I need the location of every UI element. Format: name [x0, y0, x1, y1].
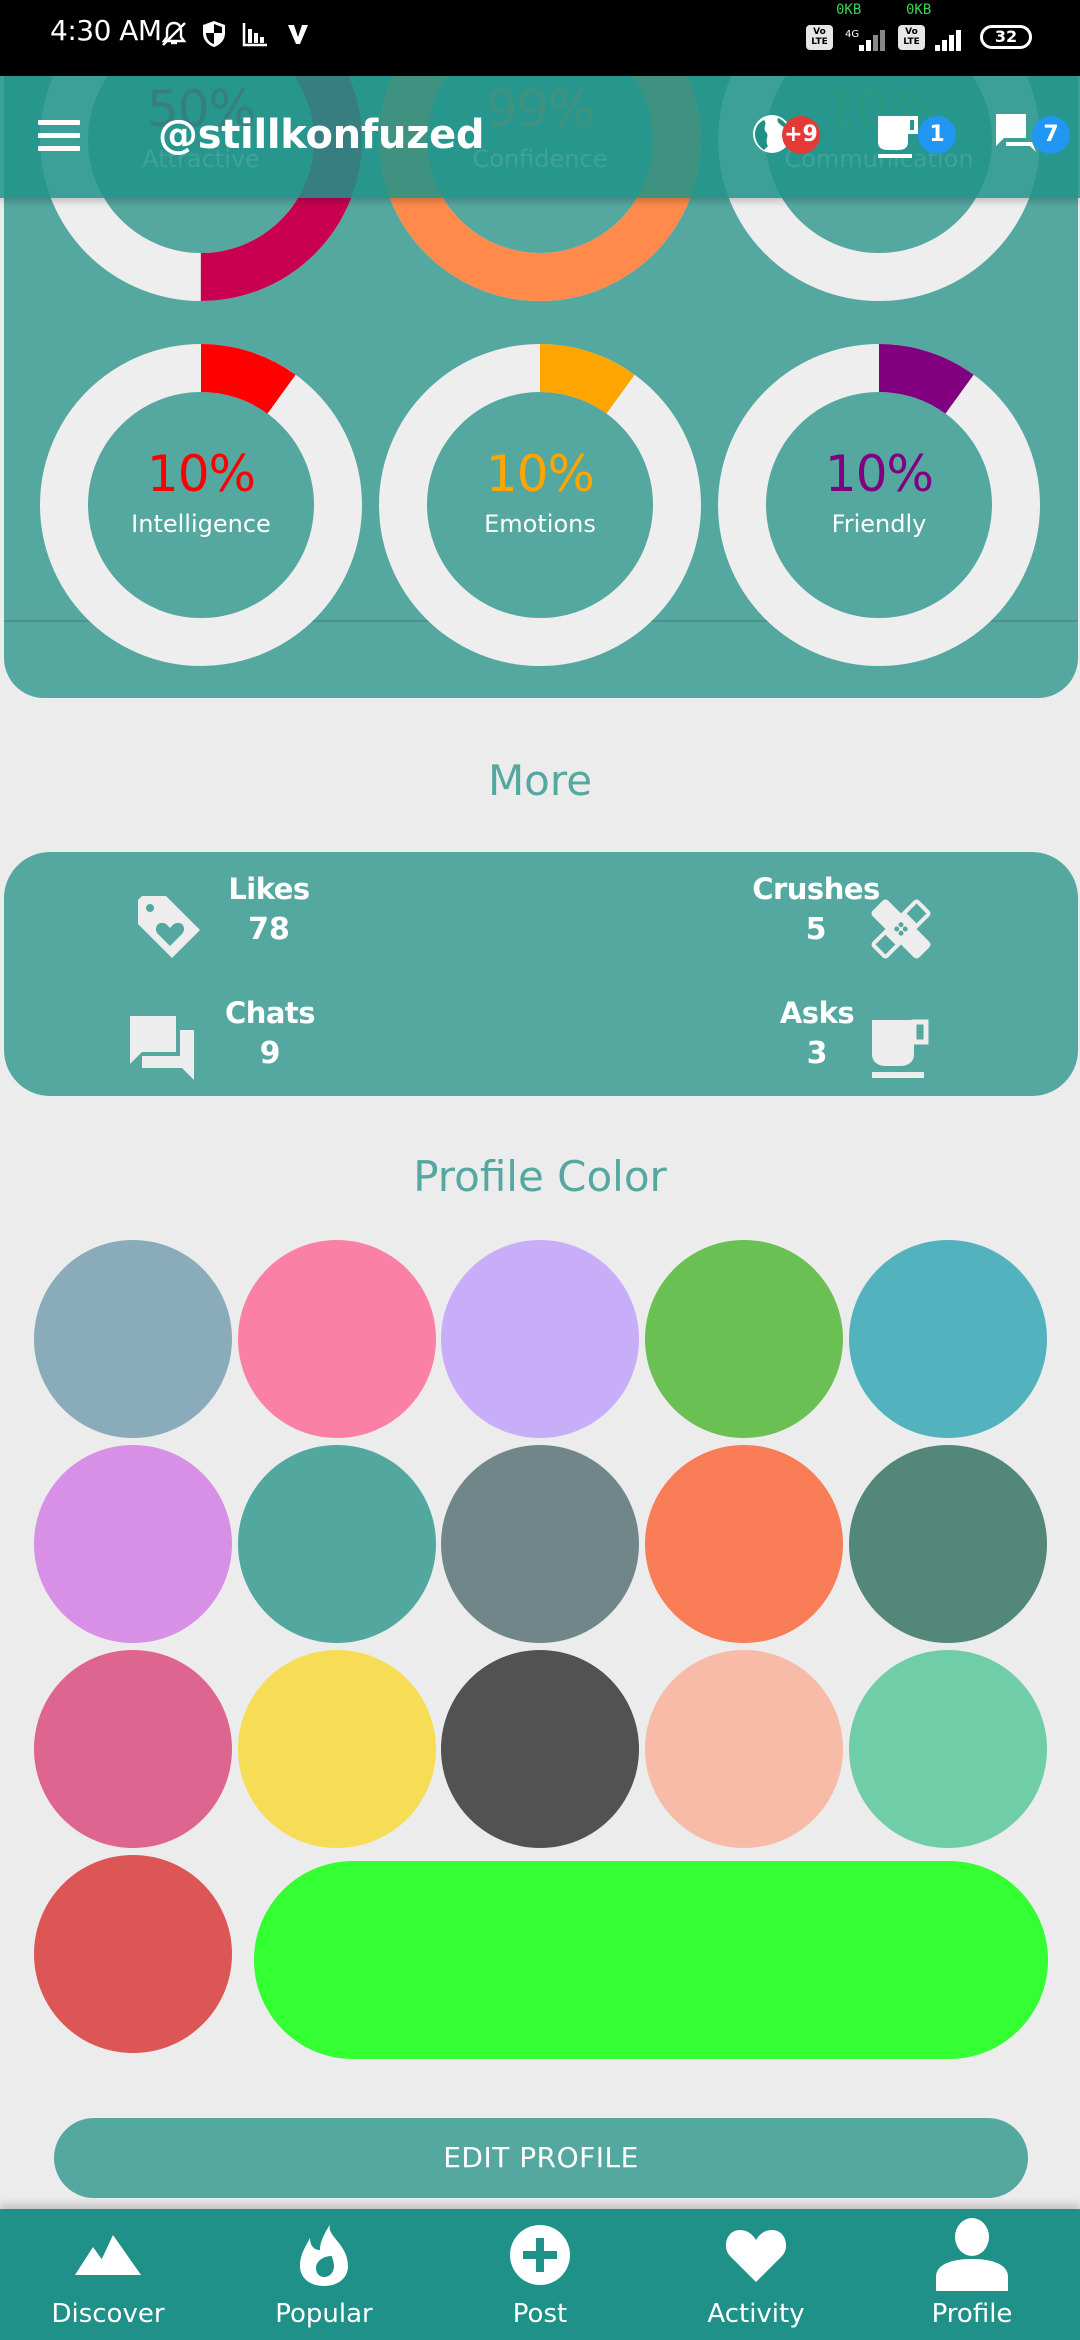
- stats-icon: [240, 18, 270, 50]
- likes-label: Likes: [228, 872, 310, 906]
- mountain-icon: [0, 2219, 216, 2291]
- color-swatch[interactable]: [34, 1445, 232, 1643]
- color-swatch[interactable]: [645, 1445, 843, 1643]
- chats-value: 9: [259, 1036, 281, 1071]
- donut-emotions: 10% Emotions: [379, 344, 701, 666]
- color-swatch[interactable]: [34, 1855, 232, 2053]
- profile-screen: 50%Attractive99%Confidence10%Communicati…: [0, 0, 1080, 2340]
- globe-badge: +9: [782, 116, 820, 154]
- trait-label: Friendly: [831, 510, 927, 538]
- messages-badge: 7: [1032, 116, 1070, 154]
- selected-color-swatch[interactable]: [254, 1861, 1048, 2059]
- vpn-v-icon: [284, 18, 312, 50]
- username-title: @stillkonfuzed: [158, 112, 485, 158]
- signal-4g-icon: 4G: [840, 24, 890, 56]
- chats-icon: [128, 1014, 198, 1088]
- color-swatch[interactable]: [849, 1240, 1047, 1438]
- donut-friendly: 10% Friendly: [718, 344, 1040, 666]
- bottom-navigation: Discover Popular Post Activity Profile: [0, 2209, 1080, 2340]
- shield-icon: [200, 18, 228, 50]
- more-card: Likes 78 Chats 9 Crushes 5 Asks 3: [4, 852, 1078, 1096]
- volte-icon-sim1: Vo LTE: [806, 25, 833, 50]
- signal-icon: [930, 24, 972, 56]
- sim2-speed: 0KB: [906, 2, 932, 18]
- app-bar: @stillkonfuzed +9 1 7: [0, 76, 1080, 198]
- color-swatch[interactable]: [34, 1240, 232, 1438]
- color-swatch[interactable]: [849, 1650, 1047, 1848]
- likes-value: 78: [248, 912, 290, 947]
- nav-activity[interactable]: Activity: [648, 2209, 864, 2340]
- donut-track: [718, 344, 1040, 666]
- trait-percent: 10%: [485, 445, 595, 503]
- nav-popular[interactable]: Popular: [216, 2209, 432, 2340]
- color-swatch[interactable]: [238, 1445, 436, 1643]
- crushes-label: Crushes: [752, 872, 880, 906]
- chats-stat[interactable]: Chats 9: [200, 996, 340, 1071]
- color-swatch[interactable]: [441, 1240, 639, 1438]
- color-swatch[interactable]: [849, 1445, 1047, 1643]
- heart-icon: [648, 2219, 864, 2291]
- crushes-stat[interactable]: Crushes 5: [746, 872, 886, 947]
- svg-text:4G: 4G: [845, 29, 859, 40]
- color-swatch[interactable]: [645, 1240, 843, 1438]
- menu-button[interactable]: [38, 120, 80, 151]
- status-time: 4:30 AM: [50, 14, 162, 47]
- nav-label: Popular: [275, 2299, 373, 2329]
- cup-icon: [878, 116, 918, 158]
- asks-label: Asks: [779, 996, 855, 1030]
- edit-profile-button[interactable]: EDIT PROFILE: [54, 2118, 1028, 2198]
- color-swatch[interactable]: [238, 1240, 436, 1438]
- trait-label: Intelligence: [131, 510, 271, 538]
- status-bar: 4:30 AM 0KB 0KB Vo LTE 4G Vo LTE 32: [0, 0, 1080, 76]
- asks-button[interactable]: [876, 114, 920, 158]
- likes-stat[interactable]: Likes 78: [204, 872, 334, 947]
- more-title: More: [487, 756, 593, 805]
- chats-label: Chats: [224, 996, 316, 1030]
- nav-label: Discover: [51, 2299, 165, 2329]
- nav-discover[interactable]: Discover: [0, 2209, 216, 2340]
- sim1-speed: 0KB: [836, 2, 862, 18]
- crushes-value: 5: [805, 912, 827, 947]
- asks-badge: 1: [918, 116, 956, 154]
- trait-percent: 10%: [824, 445, 934, 503]
- nav-label: Profile: [931, 2299, 1013, 2329]
- plus-circle-icon: [432, 2219, 648, 2291]
- asks-stat[interactable]: Asks 3: [762, 996, 872, 1071]
- tag-heart-icon: [136, 892, 206, 966]
- volte-icon-sim2: Vo LTE: [898, 25, 925, 50]
- flame-icon: [216, 2219, 432, 2291]
- nav-profile[interactable]: Profile: [864, 2209, 1080, 2340]
- trait-percent: 10%: [146, 445, 256, 503]
- color-swatch[interactable]: [441, 1650, 639, 1848]
- cup-icon: [870, 1018, 934, 1086]
- menu-icon: [38, 120, 80, 125]
- color-swatch[interactable]: [34, 1650, 232, 1848]
- person-icon: [864, 2218, 1080, 2291]
- bandage-icon: [866, 894, 936, 968]
- trait-label: Emotions: [484, 510, 596, 538]
- bell-off-icon: [158, 18, 190, 50]
- color-swatch[interactable]: [645, 1650, 843, 1848]
- nav-post[interactable]: Post: [432, 2209, 648, 2340]
- profile-color-title: Profile Color: [413, 1152, 667, 1201]
- color-swatch[interactable]: [441, 1445, 639, 1643]
- nav-label: Activity: [707, 2299, 805, 2329]
- donut-track: [379, 344, 701, 666]
- battery-indicator: 32: [980, 25, 1032, 49]
- color-swatch[interactable]: [238, 1650, 436, 1848]
- donut-intelligence: 10% Intelligence: [40, 344, 362, 666]
- donut-track: [40, 344, 362, 666]
- asks-value: 3: [806, 1036, 828, 1071]
- nav-label: Post: [512, 2299, 568, 2329]
